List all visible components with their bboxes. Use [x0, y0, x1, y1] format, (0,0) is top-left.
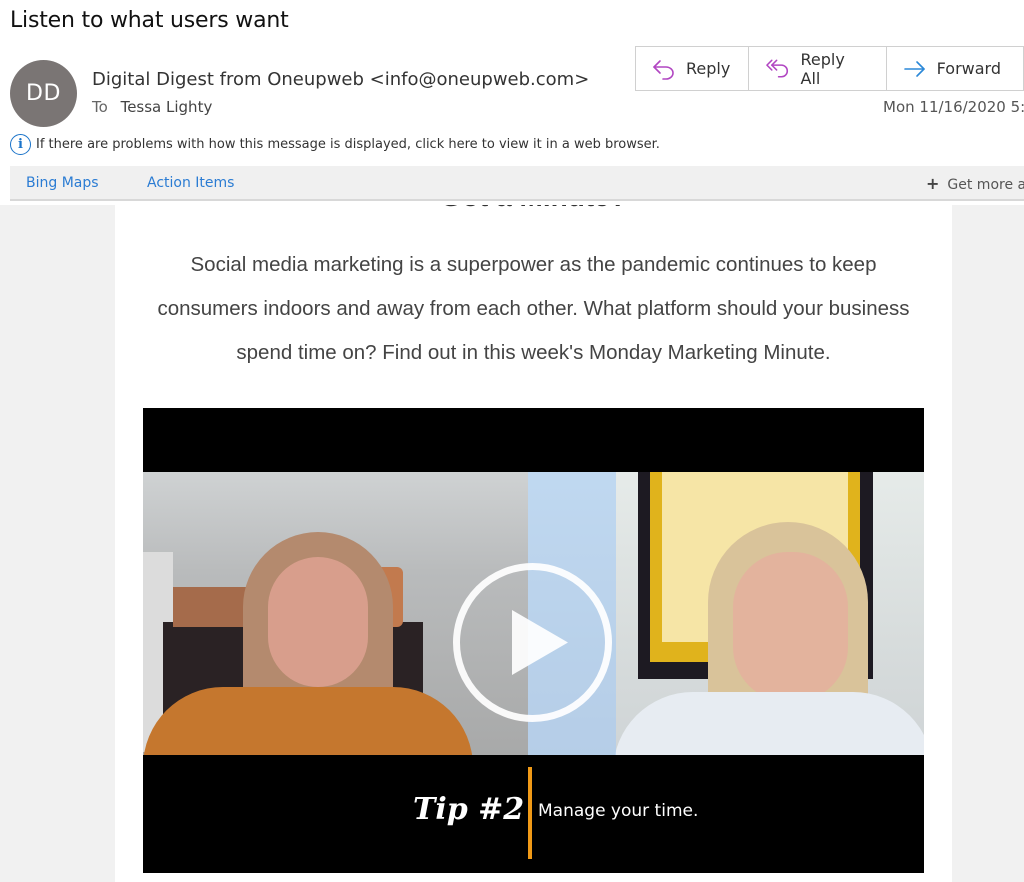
tip-divider	[528, 767, 532, 859]
recipient-line: To Tessa Lighty	[92, 98, 212, 116]
reply-label: Reply	[686, 59, 731, 78]
addin-action-items[interactable]: Action Items	[147, 175, 234, 191]
person-face-shape	[733, 552, 848, 702]
display-problem-notice[interactable]: i If there are problems with how this me…	[10, 134, 660, 155]
newsletter-content: Got a Minute? Social media marketing is …	[115, 205, 952, 882]
sender-name[interactable]: Digital Digest from Oneupweb <info@oneup…	[92, 69, 589, 90]
person-face-shape	[268, 557, 368, 687]
reply-all-button[interactable]: Reply All	[749, 47, 887, 90]
video-thumbnail[interactable]: Tip #2 Manage your time.	[143, 408, 924, 873]
basket-shape	[173, 587, 253, 627]
get-more-label: Get more ad	[947, 177, 1024, 193]
forward-button[interactable]: Forward	[887, 47, 1023, 90]
tip-text: Manage your time.	[538, 801, 699, 821]
get-more-addins-button[interactable]: + Get more ad	[926, 174, 1024, 193]
reply-all-label: Reply All	[800, 49, 845, 88]
recipient-name[interactable]: Tessa Lighty	[121, 98, 213, 116]
person-shirt-shape	[613, 692, 924, 755]
play-icon[interactable]	[450, 560, 615, 725]
reply-all-icon	[766, 59, 789, 78]
info-icon: i	[10, 134, 31, 155]
message-body: Got a Minute? Social media marketing is …	[0, 205, 1024, 882]
video-caption: Tip #2 Manage your time.	[143, 755, 924, 873]
addin-bing-maps[interactable]: Bing Maps	[26, 175, 99, 191]
display-problem-text[interactable]: If there are problems with how this mess…	[36, 137, 660, 152]
forward-icon	[903, 60, 925, 77]
message-actions: Reply Reply All Forward	[635, 46, 1024, 91]
person-shirt-shape	[143, 687, 473, 755]
newsletter-heading: Got a Minute?	[115, 205, 952, 215]
addins-bar: Bing Maps Action Items + Get more ad	[10, 166, 1024, 201]
to-label: To	[92, 98, 108, 116]
reply-icon	[653, 59, 674, 80]
reply-button[interactable]: Reply	[636, 47, 750, 90]
email-subject: Listen to what users want	[10, 8, 289, 33]
plus-icon: +	[926, 174, 940, 193]
received-date: Mon 11/16/2020 5:	[883, 98, 1024, 116]
tip-number: Tip #2	[413, 792, 525, 827]
forward-label: Forward	[936, 59, 1001, 78]
newsletter-intro: Social media marketing is a superpower a…	[157, 253, 910, 364]
sender-avatar: DD	[10, 60, 77, 127]
